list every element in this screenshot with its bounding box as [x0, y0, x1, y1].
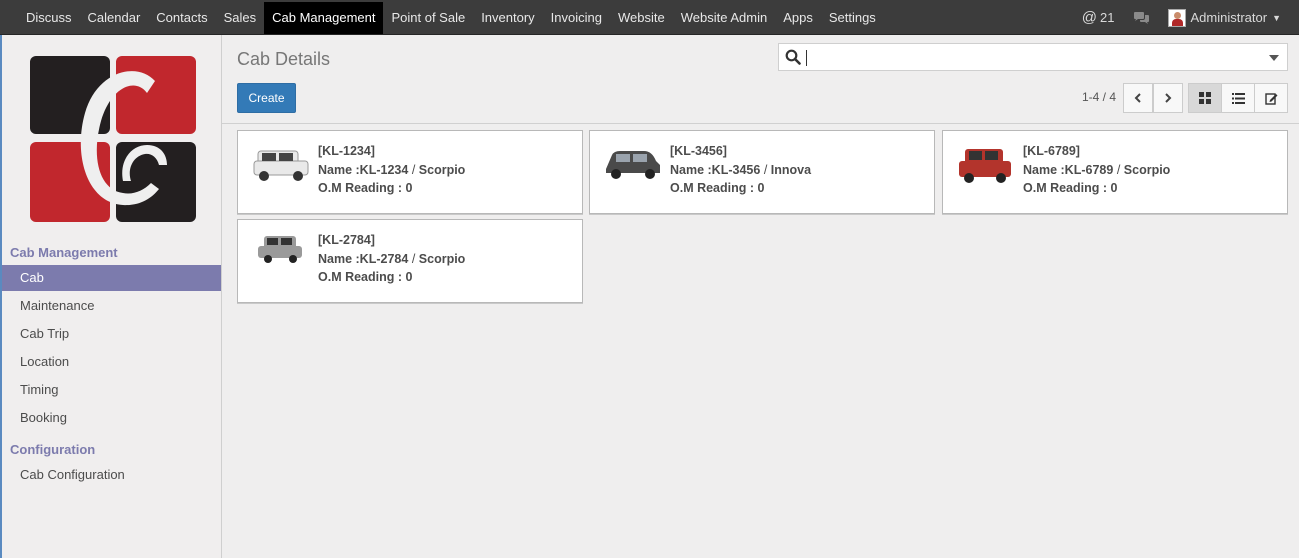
menu-inventory[interactable]: Inventory [473, 0, 542, 35]
menu-contacts[interactable]: Contacts [148, 0, 215, 35]
card-name: Name :KL-2784 [318, 251, 409, 266]
menu-website[interactable]: Website [610, 0, 673, 35]
sidebar-item-location[interactable]: Location [2, 349, 221, 375]
sidebar-item-cab-trip[interactable]: Cab Trip [2, 321, 221, 347]
chevron-right-icon [1165, 93, 1172, 103]
card-reading: O.M Reading : 0 [318, 181, 413, 195]
top-navbar: Discuss Calendar Contacts Sales Cab Mana… [0, 0, 1299, 35]
card-reading: O.M Reading : 0 [1023, 181, 1118, 195]
page-title: Cab Details [237, 49, 331, 69]
at-icon: @ [1081, 9, 1098, 26]
kanban-card-kl-1234[interactable]: [KL-1234] Name :KL-1234 / Scorpio O.M Re… [237, 130, 583, 214]
sidebar: Cab Management Cab Maintenance Cab Trip … [0, 35, 222, 558]
mentions-count: 21 [1100, 10, 1115, 25]
card-model: Scorpio [418, 162, 466, 177]
search-input[interactable] [778, 43, 1288, 71]
card-model: Scorpio [418, 251, 466, 266]
card-ref: [KL-2784] [318, 233, 375, 247]
menu-website-admin[interactable]: Website Admin [673, 0, 775, 35]
menu-discuss[interactable]: Discuss [18, 0, 80, 35]
search-icon [785, 49, 801, 65]
create-button[interactable]: Create [237, 83, 296, 113]
pager-next-button[interactable] [1153, 83, 1183, 113]
kanban-card-kl-3456[interactable]: [KL-3456] Name :KL-3456 / Innova O.M Rea… [589, 130, 935, 214]
card-model: Scorpio [1123, 162, 1171, 177]
menu-settings[interactable]: Settings [821, 0, 884, 35]
car-image [253, 150, 309, 181]
card-ref: [KL-1234] [318, 144, 375, 158]
card-text: [KL-2784] Name :KL-2784 / Scorpio O.M Re… [318, 231, 465, 287]
chat-button[interactable] [1133, 11, 1150, 25]
caret-down-icon: ▼ [1272, 12, 1281, 23]
card-name: Name :KL-1234 [318, 162, 409, 177]
edit-icon [1264, 92, 1277, 105]
chat-bubble-icon [1133, 11, 1149, 24]
pager-previous-button[interactable] [1123, 83, 1153, 113]
card-ref: [KL-3456] [670, 144, 727, 158]
card-reading: O.M Reading : 0 [670, 181, 765, 195]
company-logo [30, 56, 196, 222]
card-text: [KL-3456] Name :KL-3456 / Innova O.M Rea… [670, 142, 811, 198]
card-name: Name :KL-6789 [1023, 162, 1114, 177]
menu-calendar[interactable]: Calendar [80, 0, 149, 35]
user-menu[interactable]: Administrator ▼ [1167, 8, 1281, 27]
text-cursor [806, 50, 807, 66]
kanban-card-kl-6789[interactable]: [KL-6789] Name :KL-6789 / Scorpio O.M Re… [942, 130, 1288, 214]
menu-sales[interactable]: Sales [216, 0, 265, 35]
car-image [959, 149, 1011, 183]
card-text: [KL-1234] Name :KL-1234 / Scorpio O.M Re… [318, 142, 465, 198]
car-image [606, 151, 660, 179]
list-icon [1231, 92, 1245, 104]
chevron-left-icon [1134, 93, 1141, 103]
car-image [258, 236, 302, 263]
sidebar-item-cab-configuration[interactable]: Cab Configuration [2, 462, 221, 488]
user-name: Administrator [1190, 10, 1268, 25]
menu-point-of-sale[interactable]: Point of Sale [383, 0, 473, 35]
kanban-card-kl-2784[interactable]: [KL-2784] Name :KL-2784 / Scorpio O.M Re… [237, 219, 583, 303]
systray: @ 21 Administrator ▼ [1082, 0, 1299, 35]
sidebar-item-booking[interactable]: Booking [2, 405, 221, 431]
grid-icon [1199, 92, 1211, 104]
kanban-view-button[interactable] [1188, 83, 1222, 113]
card-name: Name :KL-3456 [670, 162, 761, 177]
section-cab-management: Cab Management [10, 245, 118, 260]
avatar [1167, 8, 1186, 27]
card-ref: [KL-6789] [1023, 144, 1080, 158]
sidebar-item-maintenance[interactable]: Maintenance [2, 293, 221, 319]
app-menu: Discuss Calendar Contacts Sales Cab Mana… [18, 0, 884, 35]
card-model: Innova [770, 162, 812, 177]
menu-invoicing[interactable]: Invoicing [543, 0, 610, 35]
section-configuration: Configuration [10, 442, 96, 457]
mentions-button[interactable]: @ 21 [1082, 9, 1115, 26]
card-text: [KL-6789] Name :KL-6789 / Scorpio O.M Re… [1023, 142, 1170, 198]
control-panel: Cab Details Create 1-4 / 4 [222, 35, 1299, 124]
card-reading: O.M Reading : 0 [318, 270, 413, 284]
pager-value[interactable]: 1-4 / 4 [1082, 90, 1116, 104]
menu-cab-management[interactable]: Cab Management [264, 2, 384, 34]
caret-down-icon[interactable] [1269, 55, 1279, 61]
list-view-button[interactable] [1221, 83, 1255, 113]
form-view-button[interactable] [1254, 83, 1288, 113]
sidebar-item-timing[interactable]: Timing [2, 377, 221, 403]
sidebar-item-cab[interactable]: Cab [2, 265, 221, 291]
menu-apps[interactable]: Apps [775, 0, 821, 35]
